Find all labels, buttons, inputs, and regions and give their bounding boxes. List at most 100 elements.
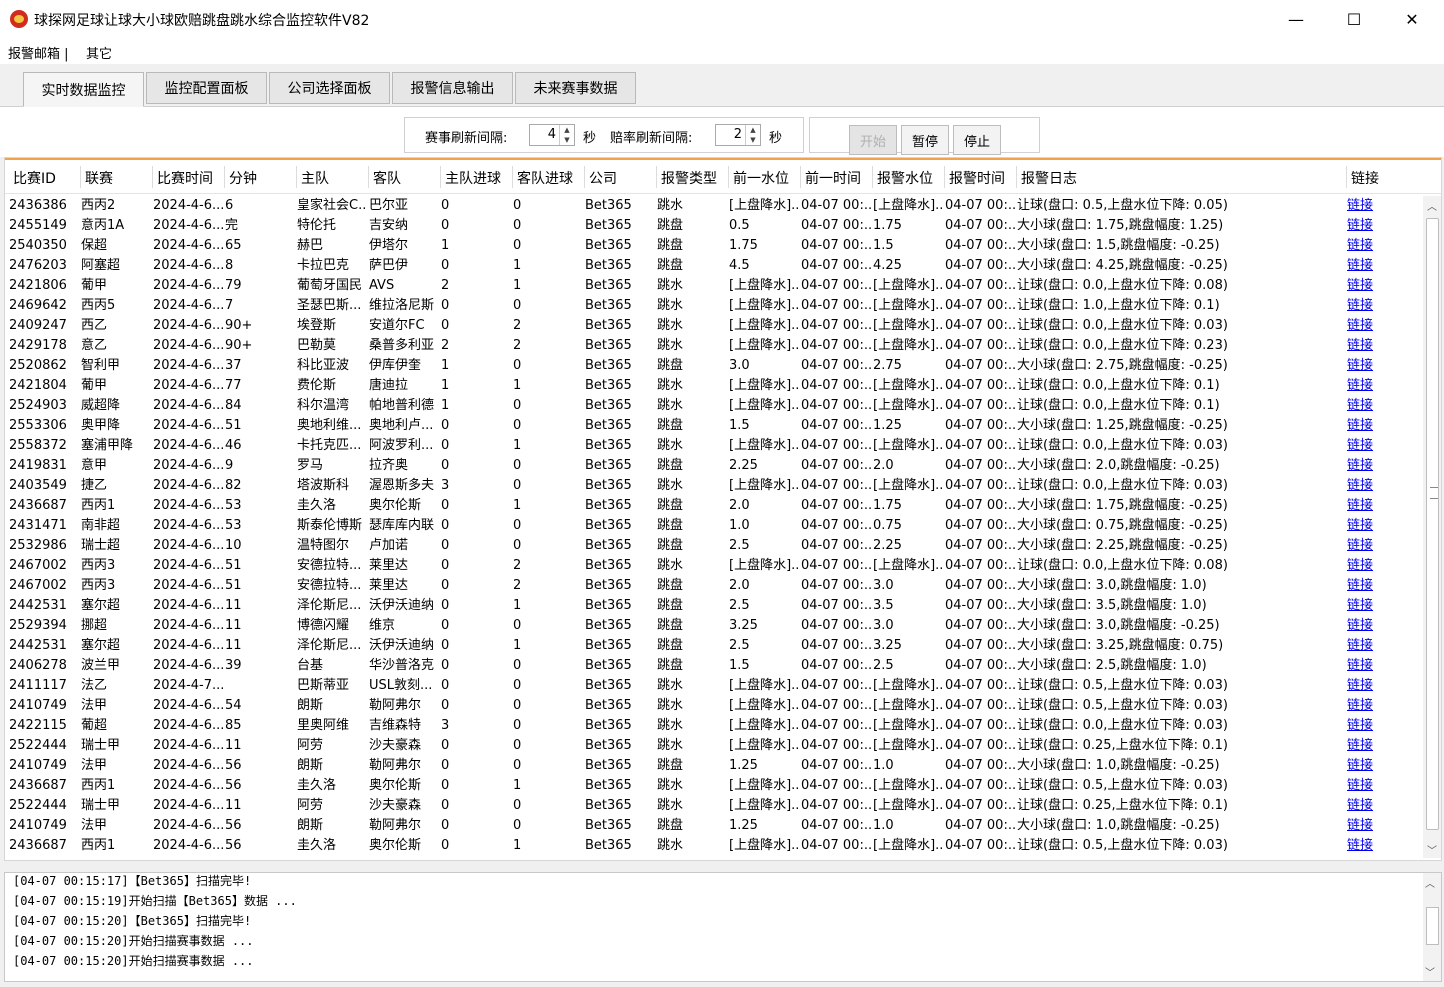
row-link[interactable]: 链接 — [1347, 437, 1387, 455]
grid-scrollbar[interactable]: ︿ ﹀ — [1423, 196, 1441, 858]
row-link[interactable]: 链接 — [1347, 317, 1387, 335]
row-link[interactable]: 链接 — [1347, 597, 1387, 615]
table-row[interactable]: 2442531 塞尔超 2024-4-6... 11 泽伦斯尼... 沃伊沃迪纳 0 1 Bet… — [5, 636, 1421, 656]
column-divider[interactable] — [800, 166, 801, 188]
column-divider[interactable] — [584, 166, 585, 188]
stepper-arrows-icon[interactable]: ▲ ▼ — [745, 125, 760, 145]
row-link[interactable]: 链接 — [1347, 797, 1387, 815]
table-row[interactable]: 2411117 法乙 2024-4-7... 巴斯蒂亚 USL敦刻... 0 0 Bet365… — [5, 676, 1421, 696]
table-row[interactable]: 2431471 南非超 2024-4-6... 53 斯泰伦博斯 瑟库库内联 0 0 Bet36… — [5, 516, 1421, 536]
menu-other[interactable]: 其它 — [86, 43, 112, 62]
row-link[interactable]: 链接 — [1347, 397, 1387, 415]
column-header[interactable]: 主队 — [301, 168, 329, 188]
column-divider[interactable] — [1346, 166, 1347, 188]
row-link[interactable]: 链接 — [1347, 737, 1387, 755]
maximize-button[interactable]: ☐ — [1325, 0, 1383, 38]
row-link[interactable]: 链接 — [1347, 757, 1387, 775]
table-row[interactable]: 2540350 保超 2024-4-6... 65 赫巴 伊塔尔 1 0 Bet365 跳盘 1.7… — [5, 236, 1421, 256]
column-header[interactable]: 前一水位 — [733, 168, 789, 188]
row-link[interactable]: 链接 — [1347, 257, 1387, 275]
menu-alert-email[interactable]: 报警邮箱 | — [8, 43, 69, 62]
row-link[interactable]: 链接 — [1347, 517, 1387, 535]
row-link[interactable]: 链接 — [1347, 337, 1387, 355]
table-row[interactable]: 2421804 葡甲 2024-4-6... 77 费伦斯 唐迪拉 1 1 Bet365 跳水 [上… — [5, 376, 1421, 396]
column-header[interactable]: 报警日志 — [1021, 168, 1077, 188]
table-row[interactable]: 2436386 西丙2 2024-4-6... 6 皇家社会C... 巴尔亚 0 0 Bet36… — [5, 196, 1421, 216]
column-divider[interactable] — [440, 166, 441, 188]
column-divider[interactable] — [80, 166, 81, 188]
match-refresh-stepper[interactable]: 4 ▲ ▼ — [529, 124, 575, 146]
table-row[interactable]: 2553306 奥甲降 2024-4-6... 51 奥地利维... 奥地利卢... 0 0 B… — [5, 416, 1421, 436]
row-link[interactable]: 链接 — [1347, 557, 1387, 575]
table-row[interactable]: 2436687 西丙1 2024-4-6... 56 圭久洛 奥尔伦斯 0 1 Bet365 跳水… — [5, 776, 1421, 796]
row-link[interactable]: 链接 — [1347, 277, 1387, 295]
scroll-up-icon[interactable]: ︿ — [1425, 198, 1439, 213]
column-header[interactable]: 比赛时间 — [157, 168, 213, 188]
row-link[interactable]: 链接 — [1347, 697, 1387, 715]
start-button[interactable]: 开始 — [849, 125, 897, 155]
table-row[interactable]: 2520862 智利甲 2024-4-6... 37 科比亚波 伊库伊奎 1 0 Bet365 跳… — [5, 356, 1421, 376]
log-scroll-thumb[interactable] — [1426, 907, 1439, 945]
table-row[interactable]: 2436687 西丙1 2024-4-6... 56 圭久洛 奥尔伦斯 0 1 Bet365 跳水… — [5, 836, 1421, 856]
column-divider[interactable] — [728, 166, 729, 188]
tab-future-matches[interactable]: 未来赛事数据 — [515, 72, 636, 104]
scroll-down-icon[interactable]: ﹀ — [1425, 842, 1439, 857]
row-link[interactable]: 链接 — [1347, 197, 1387, 215]
table-row[interactable]: 2419831 意甲 2024-4-6... 9 罗马 拉齐奥 0 0 Bet365 跳盘 2.25… — [5, 456, 1421, 476]
table-row[interactable]: 2429178 意乙 2024-4-6... 90+ 巴勒莫 桑普多利亚 2 2 Bet365 跳… — [5, 336, 1421, 356]
row-link[interactable]: 链接 — [1347, 237, 1387, 255]
column-divider[interactable] — [296, 166, 297, 188]
row-link[interactable]: 链接 — [1347, 297, 1387, 315]
table-row[interactable]: 2558372 塞浦甲降 2024-4-6... 46 卡托克匹... 阿波罗利... 0 1… — [5, 436, 1421, 456]
row-link[interactable]: 链接 — [1347, 837, 1387, 855]
row-link[interactable]: 链接 — [1347, 457, 1387, 475]
column-divider[interactable] — [224, 166, 225, 188]
column-header[interactable]: 报警时间 — [949, 168, 1005, 188]
tab-alert-output[interactable]: 报警信息输出 — [392, 72, 513, 104]
table-row[interactable]: 2529394 挪超 2024-4-6... 11 博德闪耀 维京 0 0 Bet365 跳盘 3.… — [5, 616, 1421, 636]
table-row[interactable]: 2410749 法甲 2024-4-6... 56 朗斯 勒阿弗尔 0 0 Bet365 跳盘 1.… — [5, 816, 1421, 836]
row-link[interactable]: 链接 — [1347, 617, 1387, 635]
row-link[interactable]: 链接 — [1347, 217, 1387, 235]
row-link[interactable]: 链接 — [1347, 657, 1387, 675]
column-header[interactable]: 主队进球 — [445, 168, 501, 188]
pause-button[interactable]: 暂停 — [901, 125, 949, 155]
scroll-thumb[interactable] — [1426, 218, 1439, 830]
column-header[interactable]: 报警类型 — [661, 168, 717, 188]
row-link[interactable]: 链接 — [1347, 677, 1387, 695]
column-header[interactable]: 联赛 — [85, 168, 113, 188]
table-row[interactable]: 2436687 西丙1 2024-4-6... 53 圭久洛 奥尔伦斯 0 1 Bet365 跳盘… — [5, 496, 1421, 516]
column-divider[interactable] — [512, 166, 513, 188]
table-row[interactable]: 2469642 西丙5 2024-4-6... 7 圣瑟巴斯... 维拉洛尼斯 0 0 Bet3… — [5, 296, 1421, 316]
column-header[interactable]: 客队进球 — [517, 168, 573, 188]
stop-button[interactable]: 停止 — [953, 125, 1001, 155]
stepper-arrows-icon[interactable]: ▲ ▼ — [559, 125, 574, 145]
table-row[interactable]: 2409247 西乙 2024-4-6... 90+ 埃登斯 安道尔FC 0 2 Bet365 跳… — [5, 316, 1421, 336]
row-link[interactable]: 链接 — [1347, 497, 1387, 515]
column-divider[interactable] — [152, 166, 153, 188]
tab-company-select[interactable]: 公司选择面板 — [269, 72, 390, 104]
table-row[interactable]: 2522444 瑞士甲 2024-4-6... 11 阿劳 沙夫豪森 0 0 Bet365 跳水 [… — [5, 796, 1421, 816]
minimize-button[interactable]: — — [1267, 0, 1325, 38]
table-row[interactable]: 2442531 塞尔超 2024-4-6... 11 泽伦斯尼... 沃伊沃迪纳 0 1 Bet… — [5, 596, 1421, 616]
column-divider[interactable] — [368, 166, 369, 188]
table-row[interactable]: 2532986 瑞士超 2024-4-6... 10 温特图尔 卢加诺 0 0 Bet365 跳盘… — [5, 536, 1421, 556]
row-link[interactable]: 链接 — [1347, 357, 1387, 375]
table-row[interactable]: 2406278 波兰甲 2024-4-6... 39 台基 华沙普洛克 0 0 Bet365 跳盘… — [5, 656, 1421, 676]
log-scroll-up-icon[interactable]: ︿ — [1425, 875, 1435, 890]
column-header[interactable]: 分钟 — [229, 168, 257, 188]
table-row[interactable]: 2421806 葡甲 2024-4-6... 79 葡萄牙国民 AVS 2 1 Bet365 跳水… — [5, 276, 1421, 296]
log-scroll-down-icon[interactable]: ﹀ — [1425, 964, 1435, 979]
tab-realtime-monitor[interactable]: 实时数据监控 — [23, 72, 144, 107]
table-row[interactable]: 2410749 法甲 2024-4-6... 56 朗斯 勒阿弗尔 0 0 Bet365 跳盘 1.… — [5, 756, 1421, 776]
table-row[interactable]: 2403549 捷乙 2024-4-6... 82 塔波斯科 渥恩斯多夫 3 0 Bet365 跳… — [5, 476, 1421, 496]
odds-refresh-stepper[interactable]: 2 ▲ ▼ — [715, 124, 761, 146]
column-divider[interactable] — [656, 166, 657, 188]
row-link[interactable]: 链接 — [1347, 777, 1387, 795]
table-row[interactable]: 2467002 西丙3 2024-4-6... 51 安德拉特... 莱里达 0 2 Bet36… — [5, 576, 1421, 596]
column-divider[interactable] — [872, 166, 873, 188]
column-header[interactable]: 比赛ID — [13, 168, 56, 188]
row-link[interactable]: 链接 — [1347, 717, 1387, 735]
log-scrollbar[interactable]: ︿ ﹀ — [1423, 873, 1441, 981]
row-link[interactable]: 链接 — [1347, 377, 1387, 395]
